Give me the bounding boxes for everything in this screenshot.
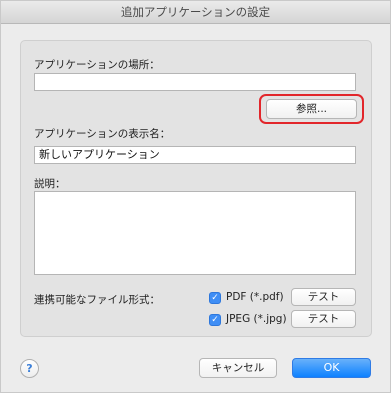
jpeg-format-label: JPEG (*.jpg) (226, 313, 287, 325)
location-label: アプリケーションの場所： (34, 59, 160, 71)
description-label: 説明： (34, 178, 66, 190)
browse-button[interactable]: 参照... (266, 99, 357, 119)
pdf-format-label: PDF (*.pdf) (226, 291, 284, 303)
jpeg-test-button[interactable]: テスト (291, 310, 356, 328)
display-name-label: アプリケーションの表示名： (34, 128, 171, 140)
dialog-window: 追加アプリケーションの設定 アプリケーションの場所： 参照... アプリケーショ… (0, 0, 391, 393)
pdf-test-button[interactable]: テスト (291, 288, 356, 306)
ok-button[interactable]: OK (292, 358, 371, 378)
description-field[interactable] (34, 191, 356, 275)
window-title: 追加アプリケーションの設定 (1, 1, 390, 24)
help-icon[interactable]: ? (20, 359, 39, 378)
cancel-button[interactable]: キャンセル (199, 358, 277, 378)
settings-panel: アプリケーションの場所： 参照... アプリケーションの表示名： 新しいアプリケ… (20, 40, 372, 337)
display-name-field[interactable]: 新しいアプリケーション (34, 146, 356, 164)
jpeg-checkbox[interactable]: ✓ (209, 314, 221, 326)
pdf-checkbox[interactable]: ✓ (209, 292, 221, 304)
formats-label: 連携可能なファイル形式： (34, 294, 160, 306)
location-field[interactable] (34, 73, 356, 91)
